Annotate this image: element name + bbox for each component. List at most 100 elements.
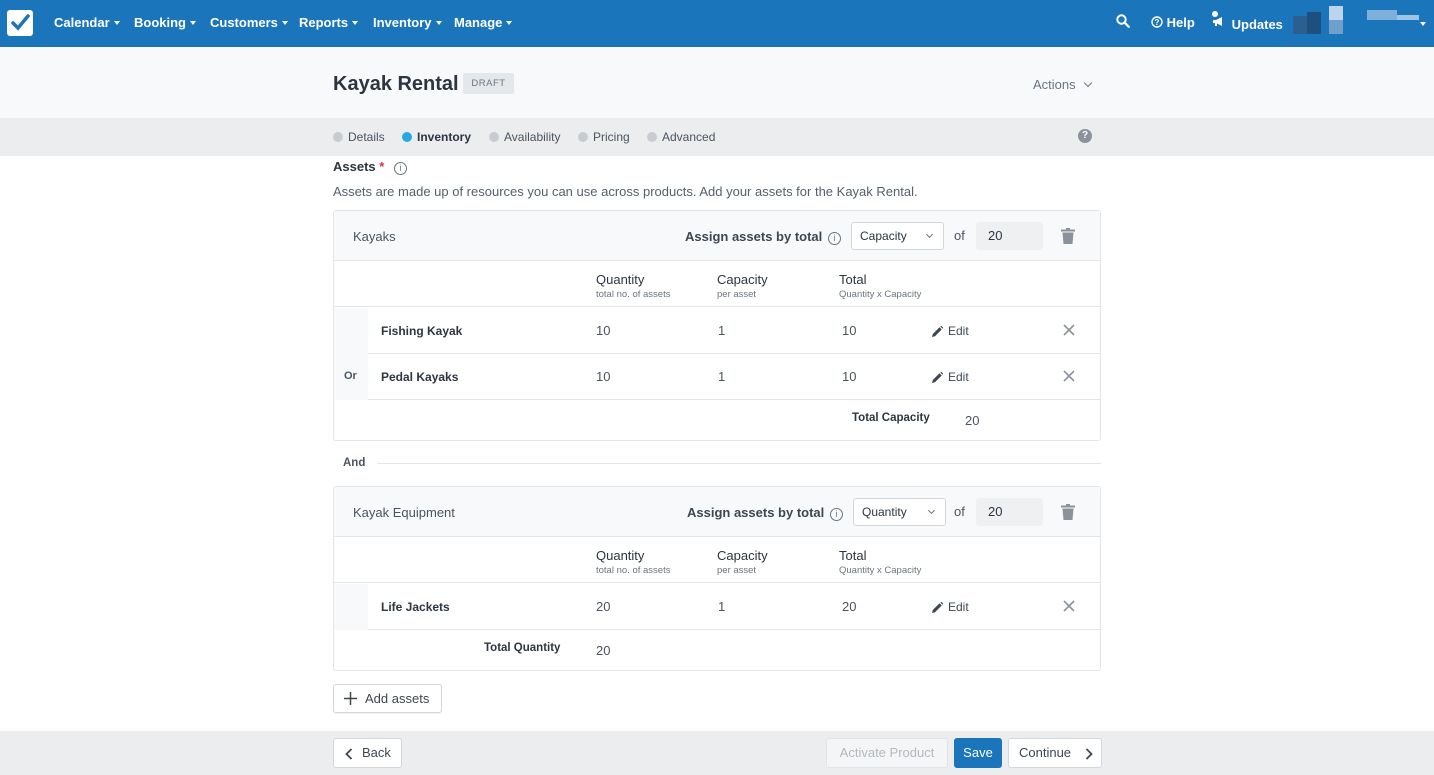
table-row: Fishing Kayak 10 1 10 Edit xyxy=(334,308,1100,354)
assign-by-select[interactable]: Capacity xyxy=(851,222,944,250)
total-input[interactable]: 20 xyxy=(976,498,1043,526)
group-name: Kayaks xyxy=(353,229,396,244)
trash-icon[interactable] xyxy=(1061,504,1075,520)
caret-down-icon xyxy=(113,20,120,25)
column-headers: Quantity total no. of assets Capacity per … xyxy=(334,262,1100,307)
col-subtitle: Quantity x Capacity xyxy=(839,289,922,300)
step-label: Advanced xyxy=(662,130,716,144)
of-label: of xyxy=(954,504,965,519)
row-gutter xyxy=(334,584,368,630)
step-label: Inventory xyxy=(417,130,472,144)
asset-capacity: 1 xyxy=(718,599,726,614)
question-icon[interactable]: ? xyxy=(1078,129,1092,143)
asset-group-kayaks: Kayaks Assign assets by total i Capacity… xyxy=(333,210,1101,441)
caret-down-icon[interactable] xyxy=(1420,22,1426,26)
total-input[interactable]: 20 xyxy=(976,222,1043,250)
edit-button[interactable]: Edit xyxy=(932,324,969,338)
asset-quantity: 20 xyxy=(596,599,611,614)
caret-down-icon xyxy=(190,20,196,25)
edit-button[interactable]: Edit xyxy=(932,370,969,384)
pencil-icon xyxy=(932,371,944,383)
app-logo-icon[interactable] xyxy=(7,10,33,36)
required-mark: * xyxy=(379,159,385,174)
close-icon[interactable] xyxy=(1063,600,1075,612)
col-subtitle: per asset xyxy=(717,289,757,300)
col-subtitle: total no. of assets xyxy=(596,565,671,576)
row-gutter xyxy=(334,308,368,354)
info-icon[interactable]: i xyxy=(393,162,407,175)
step-label: Pricing xyxy=(593,130,630,144)
info-icon[interactable]: i xyxy=(827,232,841,245)
col-quantity: Quantity total no. of assets xyxy=(596,548,670,576)
col-quantity: Quantity total no. of assets xyxy=(596,272,670,300)
asset-total: 10 xyxy=(842,323,857,338)
assets-title: Assets xyxy=(333,159,376,174)
megaphone-icon xyxy=(1212,11,1222,26)
asset-total: 20 xyxy=(842,599,857,614)
edit-label: Edit xyxy=(948,370,969,384)
nav-booking[interactable]: Booking xyxy=(134,15,196,30)
asset-name: Life Jackets xyxy=(381,600,450,614)
step-nav xyxy=(0,118,1434,156)
svg-text:?: ? xyxy=(1155,18,1160,27)
continue-label: Continue xyxy=(1019,745,1072,760)
help-circle-icon: ? xyxy=(1151,16,1163,28)
assign-label: Assign assets by total i xyxy=(687,505,843,521)
assets-description: Assets are made up of resources you can … xyxy=(333,184,918,199)
nav-inventory[interactable]: Inventory xyxy=(373,15,442,30)
pencil-icon xyxy=(932,601,944,613)
chevron-down-icon xyxy=(1083,78,1092,88)
nav-label: Calendar xyxy=(54,15,110,30)
add-assets-label: Add assets xyxy=(365,691,430,706)
close-icon[interactable] xyxy=(1063,370,1075,382)
total-row: Total Capacity 20 xyxy=(334,400,1100,440)
asset-name: Fishing Kayak xyxy=(381,324,463,338)
updates-label: Updates xyxy=(1231,17,1283,32)
edit-label: Edit xyxy=(948,600,969,614)
pencil-icon xyxy=(932,325,944,337)
nav-label: Manage xyxy=(454,15,503,30)
and-divider-label: And xyxy=(343,457,366,469)
edit-button[interactable]: Edit xyxy=(932,600,969,614)
nav-label: Inventory xyxy=(373,15,432,30)
col-subtitle: per asset xyxy=(717,565,757,576)
trash-icon[interactable] xyxy=(1061,228,1075,244)
step-inventory[interactable]: Inventory xyxy=(402,130,471,144)
step-pricing[interactable]: Pricing xyxy=(578,130,630,144)
row-gutter: Or xyxy=(334,354,368,400)
group-header: Kayak Equipment Assign assets by total i… xyxy=(334,487,1100,537)
help-link[interactable]: ? Help xyxy=(1151,15,1195,30)
add-assets-button[interactable]: Add assets xyxy=(333,684,442,713)
nav-customers[interactable]: Customers xyxy=(210,15,288,30)
total-value: 20 xyxy=(596,643,611,658)
group-header: Kayaks Assign assets by total i Capacity… xyxy=(334,211,1100,261)
save-button[interactable]: Save xyxy=(954,738,1002,768)
col-title: Quantity xyxy=(596,272,645,287)
caret-down-icon xyxy=(281,20,288,25)
select-value: Capacity xyxy=(860,229,907,243)
step-details[interactable]: Details xyxy=(333,130,385,144)
total-label: Total Capacity xyxy=(852,412,930,424)
nav-reports[interactable]: Reports xyxy=(299,15,359,30)
nav-manage[interactable]: Manage xyxy=(454,15,513,30)
search-icon[interactable] xyxy=(1116,14,1130,31)
updates-link[interactable]: Updates xyxy=(1212,11,1283,32)
back-button[interactable]: Back xyxy=(333,738,402,768)
activate-product-button[interactable]: Activate Product xyxy=(826,738,948,768)
col-title: Capacity xyxy=(717,272,768,287)
info-icon[interactable]: i xyxy=(829,508,843,521)
step-availability[interactable]: Availability xyxy=(489,130,560,144)
caret-down-icon xyxy=(352,20,359,25)
plus-icon xyxy=(344,692,357,705)
actions-dropdown[interactable]: Actions xyxy=(1033,77,1092,92)
asset-total: 10 xyxy=(842,369,857,384)
continue-button[interactable]: Continue xyxy=(1008,738,1102,768)
step-label: Availability xyxy=(504,130,561,144)
nav-calendar[interactable]: Calendar xyxy=(54,15,120,30)
assign-by-select[interactable]: Quantity xyxy=(853,498,946,526)
close-icon[interactable] xyxy=(1063,324,1075,336)
assign-text: Assign assets by total xyxy=(687,505,825,520)
step-advanced[interactable]: Advanced xyxy=(647,130,715,144)
nav-label: Booking xyxy=(134,15,186,30)
total-label: Total Quantity xyxy=(484,642,561,654)
